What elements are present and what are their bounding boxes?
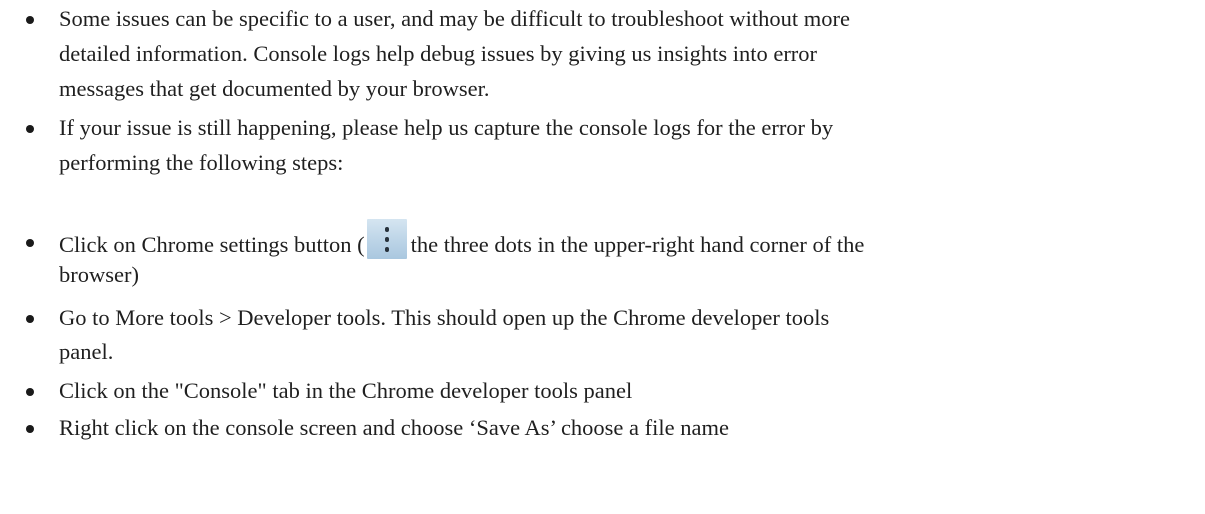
bullet-icon bbox=[26, 388, 34, 396]
list-item-text: Some issues can be specific to a user, a… bbox=[59, 6, 851, 31]
bullet-icon bbox=[26, 425, 34, 433]
list-item-text: performing the following steps: bbox=[59, 150, 344, 175]
bullet-icon bbox=[26, 125, 34, 133]
list-item-text: browser) bbox=[59, 262, 139, 287]
list-item-text: panel. bbox=[59, 339, 114, 364]
three-dots-vertical-icon bbox=[366, 219, 407, 259]
list-item-text: messages that get documented by your bro… bbox=[59, 76, 490, 101]
list-item-text: Right click on the console screen and ch… bbox=[59, 415, 729, 440]
bullet-icon bbox=[26, 315, 34, 323]
list-item-text: Go to More tools > Developer tools. This… bbox=[59, 305, 830, 330]
list-item-text: Click on the "Console" tab in the Chrome… bbox=[59, 378, 633, 403]
list-item-text: Click on Chrome settings button ( the thr… bbox=[59, 219, 865, 267]
bullet-icon bbox=[26, 16, 34, 24]
list-item-text: detailed information. Console logs help … bbox=[59, 41, 818, 66]
step-text-suffix: the three dots in the upper-right hand c… bbox=[410, 232, 865, 258]
list-item-text: If your issue is still happening, please… bbox=[59, 115, 834, 140]
bullet-icon bbox=[26, 239, 34, 247]
step-text-prefix: Click on Chrome settings button ( bbox=[59, 232, 365, 258]
